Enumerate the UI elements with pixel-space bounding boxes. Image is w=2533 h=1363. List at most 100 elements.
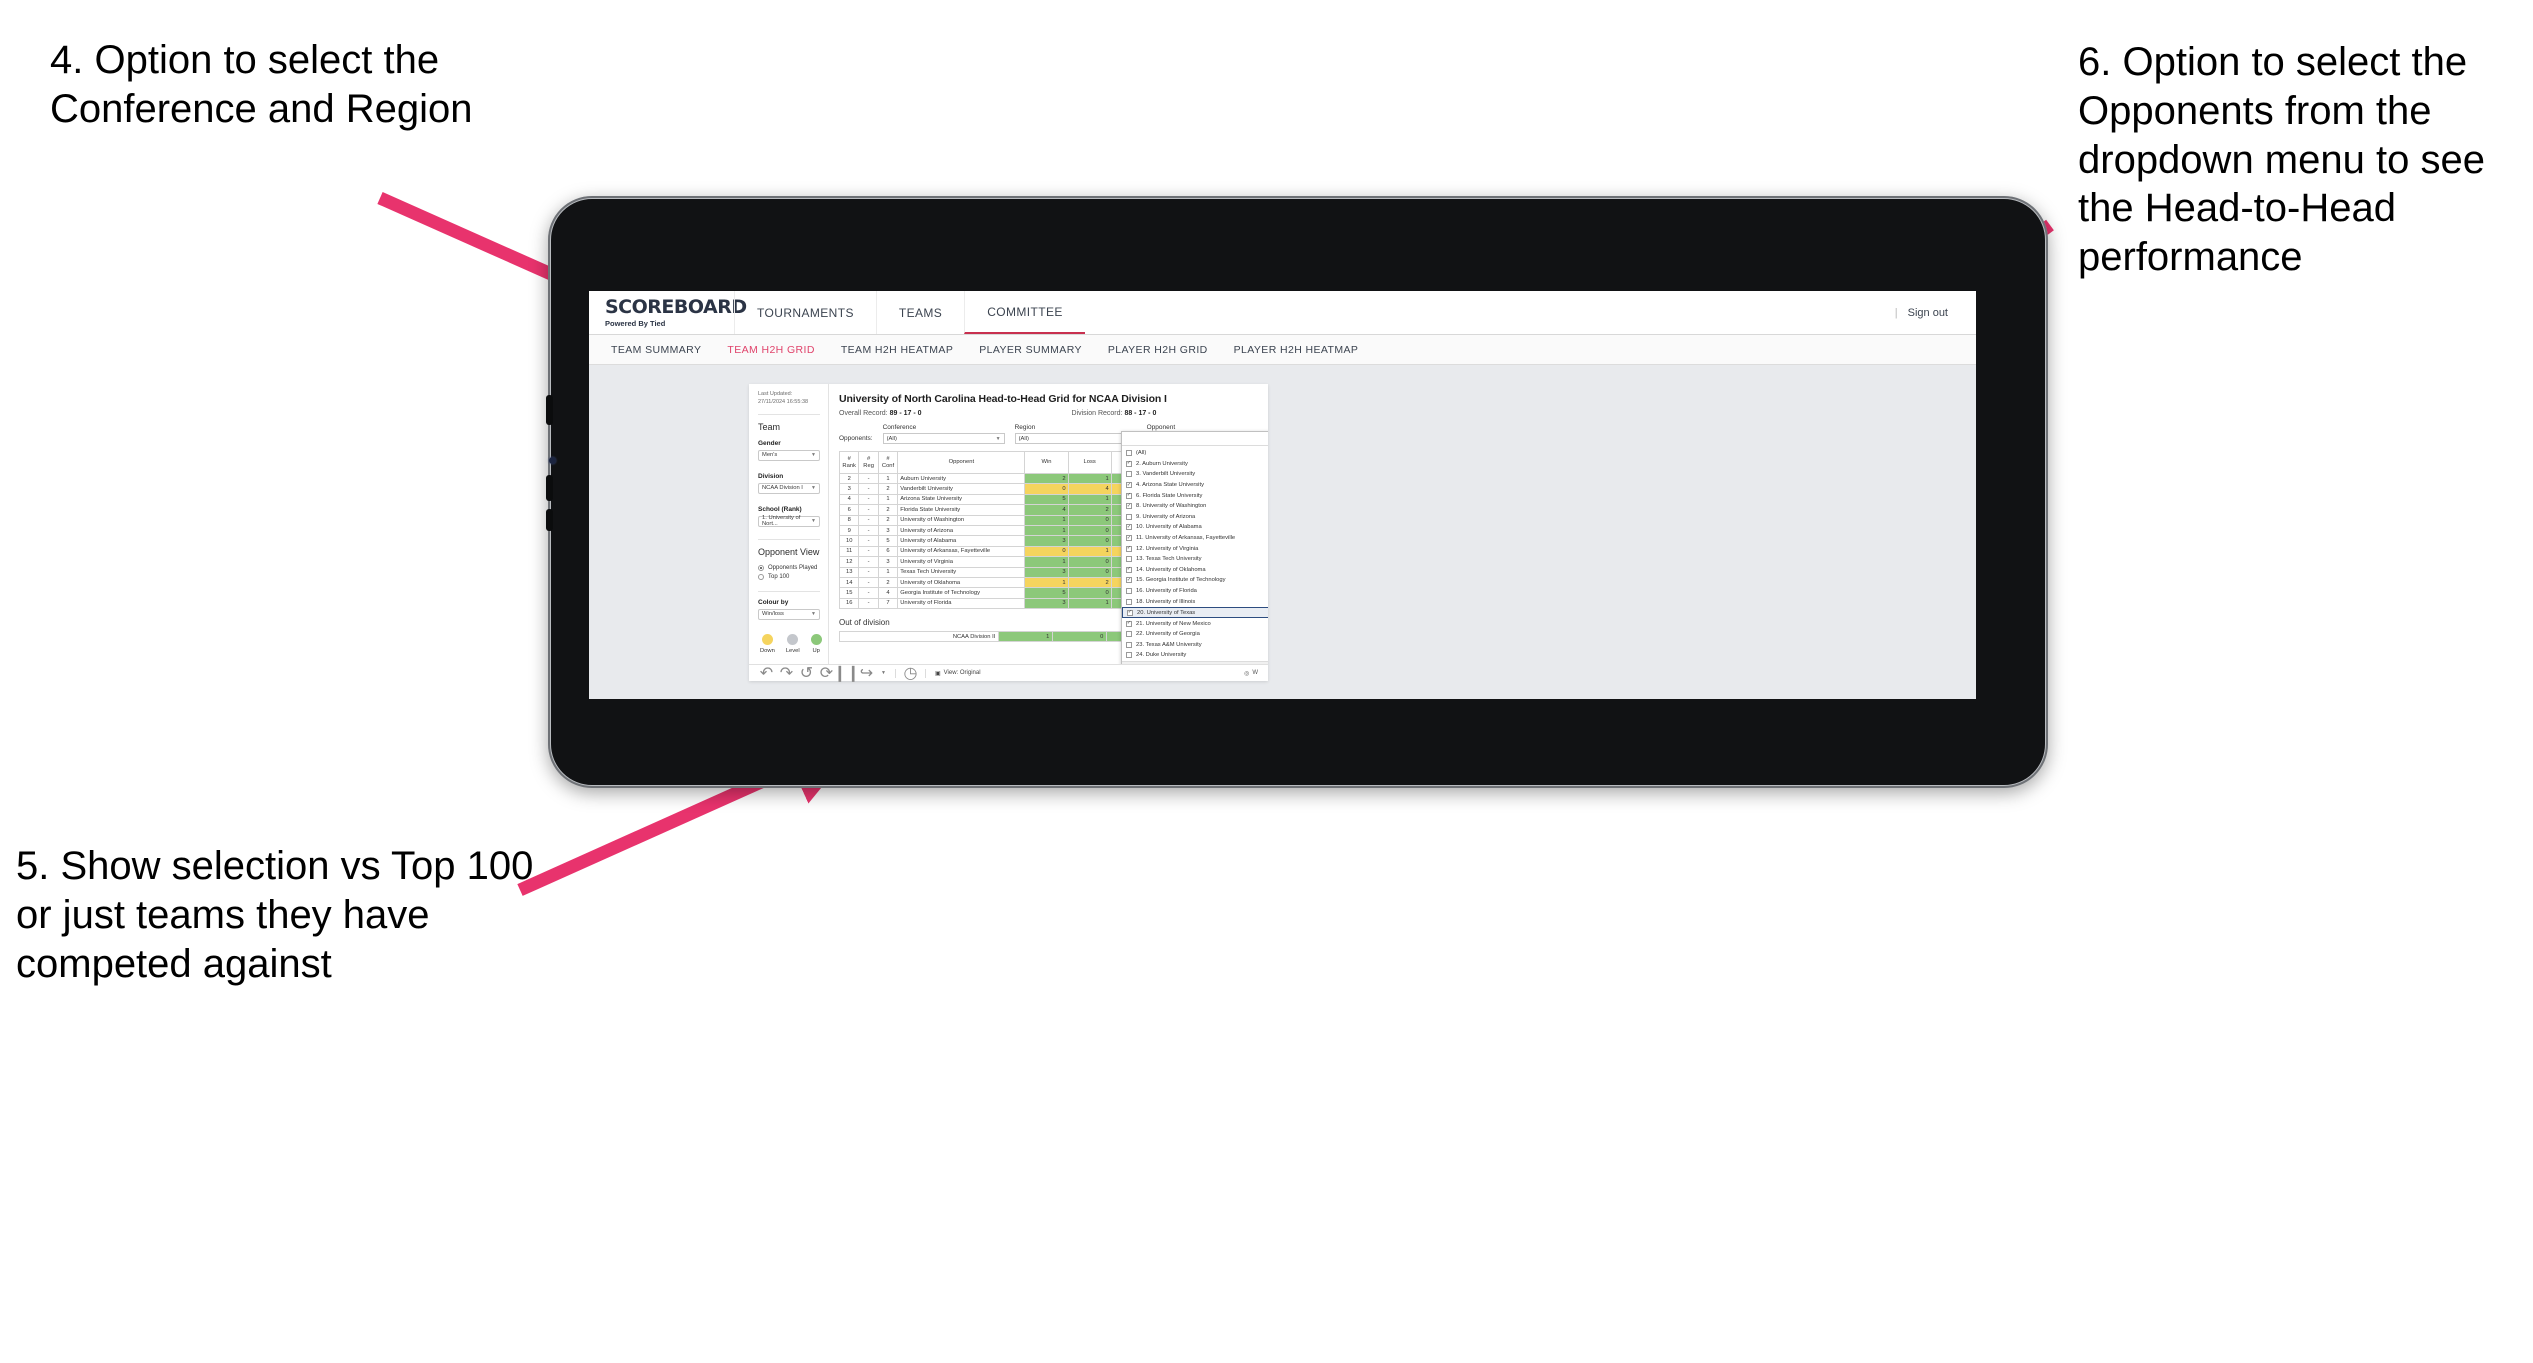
table-row[interactable]: 15-4 Georgia Institute of Technology 5 0 bbox=[838, 587, 1130, 599]
volume-button-up[interactable] bbox=[546, 395, 553, 425]
checkbox-icon[interactable]: ✓ bbox=[1126, 482, 1132, 489]
subnav-player-h2h-grid[interactable]: PLAYER H2H GRID bbox=[1108, 344, 1208, 356]
checkbox-icon[interactable]: ✓ bbox=[1126, 492, 1132, 499]
opponent-option[interactable]: ✓ 15. Georgia Institute of Technology bbox=[1122, 575, 1268, 586]
opponent-option[interactable]: ✓ 2. Auburn University bbox=[1122, 459, 1268, 470]
checkbox-icon[interactable]: ✓ bbox=[1127, 609, 1133, 616]
checkbox-icon[interactable]: ✓ bbox=[1126, 620, 1132, 627]
nav-committee[interactable]: COMMITTEE bbox=[964, 291, 1085, 334]
opponent-option[interactable]: 18. University of Illinois bbox=[1122, 596, 1268, 607]
th-conf[interactable]: # Conf bbox=[877, 451, 899, 474]
table-row[interactable]: 10-5 University of Alabama 3 0 bbox=[838, 535, 1130, 547]
th-loss[interactable]: Loss bbox=[1067, 451, 1112, 474]
chevron-down-icon[interactable]: ▼ bbox=[881, 670, 886, 676]
cell-opponent: University of Alabama bbox=[897, 535, 1026, 547]
table-row[interactable]: 16-7 University of Florida 3 1 bbox=[838, 597, 1130, 610]
table-row[interactable]: 11-6 University of Arkansas, Fayetteville… bbox=[838, 545, 1130, 558]
school-select[interactable]: 1. University of Nort... ▼ bbox=[758, 515, 820, 527]
checkbox-icon[interactable] bbox=[1126, 588, 1132, 595]
checkbox-icon[interactable] bbox=[1126, 598, 1132, 605]
opponent-option[interactable]: ✓ 12. University of Virginia bbox=[1122, 543, 1268, 554]
checkbox-icon[interactable] bbox=[1126, 450, 1132, 457]
checkbox-icon[interactable]: ✓ bbox=[1126, 524, 1132, 531]
table-row[interactable]: 3-2 Vanderbilt University 0 4 bbox=[838, 483, 1130, 495]
subnav-player-summary[interactable]: PLAYER SUMMARY bbox=[979, 344, 1082, 356]
opponent-option[interactable]: 22. University of Georgia bbox=[1122, 629, 1268, 640]
checkbox-icon[interactable] bbox=[1126, 471, 1132, 478]
toolbar-divider bbox=[894, 668, 896, 678]
checkbox-icon[interactable]: ✓ bbox=[1126, 535, 1132, 542]
nav-tournaments[interactable]: TOURNAMENTS bbox=[734, 291, 876, 334]
opponent-dropdown-list[interactable]: (All) ✓ 2. Auburn University 3. Vanderbilt … bbox=[1122, 446, 1268, 661]
redo-icon[interactable]: ↷ bbox=[780, 665, 793, 682]
cell-rank: 4 bbox=[838, 493, 860, 506]
checkbox-icon[interactable]: ✓ bbox=[1126, 577, 1132, 584]
opponent-option[interactable]: ✓ 21. University of New Mexico bbox=[1122, 618, 1268, 629]
th-reg[interactable]: # Reg bbox=[858, 451, 879, 474]
opponent-option[interactable]: 13. Texas Tech University bbox=[1122, 554, 1268, 565]
table-row[interactable]: 6-2 Florida State University 4 2 bbox=[838, 504, 1130, 516]
watch-icon[interactable]: ◎ bbox=[1244, 670, 1249, 677]
conference-select[interactable]: (All) ▼ bbox=[882, 433, 1005, 444]
table-row[interactable]: 8-2 University of Washington 1 0 bbox=[838, 514, 1130, 526]
sign-out-link[interactable]: Sign out bbox=[1908, 307, 1948, 319]
checkbox-icon[interactable]: ✓ bbox=[1126, 460, 1132, 467]
checkbox-icon[interactable]: ✓ bbox=[1126, 503, 1132, 510]
brand-logo[interactable]: SCOREBOARD Powered By Tied bbox=[589, 291, 747, 334]
division-select[interactable]: NCAA Division I ▼ bbox=[758, 482, 820, 494]
pause-updates-icon[interactable]: ❙❙ bbox=[833, 665, 860, 682]
opponent-option[interactable]: 23. Texas A&M University bbox=[1122, 640, 1268, 651]
opponent-option[interactable]: 16. University of Florida bbox=[1122, 586, 1268, 597]
opponents-filter-label: Opponents: bbox=[839, 435, 873, 442]
opponent-option[interactable]: 3. Vanderbilt University bbox=[1122, 469, 1268, 480]
table-row[interactable]: 4-1 Arizona State University 5 1 bbox=[838, 493, 1130, 506]
checkbox-icon[interactable] bbox=[1126, 513, 1132, 520]
opponent-option[interactable]: ✓ 6. Florida State University bbox=[1122, 490, 1268, 501]
table-row[interactable]: 14-2 University of Oklahoma 1 2 bbox=[838, 576, 1130, 589]
opponent-dropdown-search[interactable] bbox=[1122, 432, 1268, 446]
refresh-data-icon[interactable]: ⟳ bbox=[820, 665, 833, 682]
region-select[interactable]: (All) ▼ bbox=[1014, 433, 1137, 444]
table-row[interactable]: 9-3 University of Arizona 1 0 bbox=[838, 524, 1130, 537]
volume-button-down[interactable] bbox=[546, 475, 553, 501]
gender-select[interactable]: Men's ▼ bbox=[758, 449, 820, 461]
subnav-player-h2h-heatmap[interactable]: PLAYER H2H HEATMAP bbox=[1234, 344, 1359, 356]
subnav-team-summary[interactable]: TEAM SUMMARY bbox=[611, 344, 701, 356]
nav-teams[interactable]: TEAMS bbox=[875, 291, 964, 334]
checkbox-icon[interactable] bbox=[1126, 652, 1132, 659]
radio-icon bbox=[758, 573, 764, 580]
checkbox-icon[interactable] bbox=[1126, 641, 1132, 648]
history-icon[interactable]: ◷ bbox=[903, 665, 917, 682]
opponent-option[interactable]: ✓ 11. University of Arkansas, Fayettevill… bbox=[1122, 533, 1268, 544]
cell-conf: 2 bbox=[877, 514, 899, 526]
radio-top-100[interactable]: Top 100 bbox=[758, 573, 820, 580]
power-button[interactable] bbox=[546, 509, 553, 531]
opponent-option[interactable]: ✓ 10. University of Alabama bbox=[1122, 522, 1268, 533]
opponent-option[interactable]: ✓ 14. University of Oklahoma bbox=[1122, 565, 1268, 576]
revert-icon[interactable]: ↺ bbox=[800, 665, 813, 682]
radio-opponents-played[interactable]: Opponents Played bbox=[758, 564, 820, 571]
th-win[interactable]: Win bbox=[1024, 451, 1069, 474]
table-row[interactable]: 13-1 Texas Tech University 3 0 bbox=[838, 566, 1130, 578]
checkbox-icon[interactable] bbox=[1126, 631, 1132, 638]
colour-by-select[interactable]: Win/loss ▼ bbox=[758, 608, 820, 620]
checkbox-icon[interactable] bbox=[1126, 556, 1132, 563]
opponent-option[interactable]: 24. Duke University bbox=[1122, 650, 1268, 661]
undo-icon[interactable]: ↶ bbox=[760, 665, 773, 682]
opponent-option[interactable]: ✓ 4. Arizona State University bbox=[1122, 480, 1268, 491]
subnav-team-h2h-heatmap[interactable]: TEAM H2H HEATMAP bbox=[841, 344, 953, 356]
share-icon[interactable]: ↪ bbox=[860, 665, 873, 682]
opponent-option[interactable]: (All) bbox=[1122, 448, 1268, 459]
view-original-button[interactable]: ▣ View: Original bbox=[935, 670, 981, 677]
checkbox-icon[interactable]: ✓ bbox=[1126, 545, 1132, 552]
table-row[interactable]: 12-3 University of Virginia 1 0 bbox=[838, 556, 1130, 568]
table-row[interactable]: 2-1 Auburn University 2 1 bbox=[838, 472, 1130, 485]
opponent-option[interactable]: 9. University of Arizona bbox=[1122, 512, 1268, 523]
th-opponent[interactable]: Opponent bbox=[897, 451, 1026, 474]
cell-rank: 13 bbox=[838, 566, 860, 578]
subnav-team-h2h-grid[interactable]: TEAM H2H GRID bbox=[727, 344, 814, 356]
opponent-option[interactable]: ✓ 8. University of Washington bbox=[1122, 501, 1268, 512]
th-rank[interactable]: # Rank bbox=[838, 451, 860, 474]
opponent-option[interactable]: ✓ 20. University of Texas bbox=[1122, 606, 1268, 619]
checkbox-icon[interactable]: ✓ bbox=[1126, 566, 1132, 573]
